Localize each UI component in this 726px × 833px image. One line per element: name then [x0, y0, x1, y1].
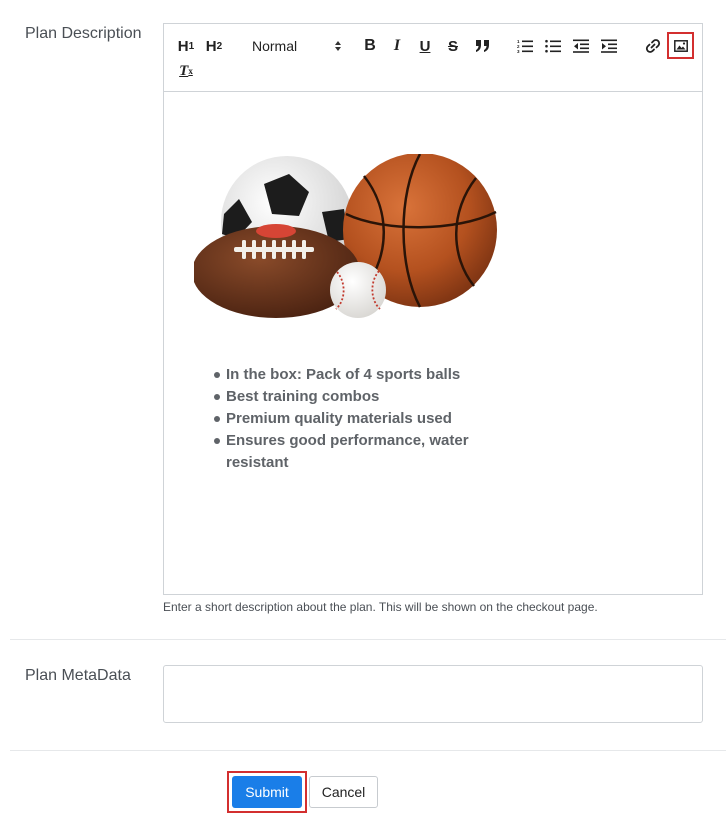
editor-toolbar: H1 H2 Normal B I U S 1 2 3 T x — [164, 24, 702, 92]
plan-metadata-label: Plan MetaData — [25, 667, 131, 684]
indent-icon — [601, 39, 617, 53]
underline-button[interactable]: U — [418, 35, 432, 57]
clear-format-x-icon: x — [188, 66, 193, 76]
list-item: In the box: Pack of 4 sports balls — [212, 364, 512, 386]
plan-form: Plan Description H1 H2 Normal B I U S 1 … — [0, 0, 726, 833]
bullet-list-icon — [545, 39, 561, 53]
bold-button[interactable]: B — [362, 35, 378, 57]
section-divider — [10, 750, 726, 751]
cancel-button[interactable]: Cancel — [309, 776, 378, 808]
strikethrough-button[interactable]: S — [446, 35, 460, 57]
heading-1-button[interactable]: H1 — [176, 35, 196, 57]
product-bullet-list: In the box: Pack of 4 sports balls Best … — [212, 364, 512, 474]
list-item: Best training combos — [212, 386, 512, 408]
editor-content[interactable]: In the box: Pack of 4 sports balls Best … — [164, 92, 702, 594]
quote-icon — [476, 40, 489, 52]
clear-format-button[interactable]: Tx — [177, 60, 195, 82]
sports-balls-image — [194, 154, 497, 318]
h2-letter: H — [205, 37, 217, 55]
clear-format-letter: T — [179, 62, 189, 79]
h1-sub: 1 — [188, 40, 195, 52]
insert-image-button[interactable] — [667, 32, 694, 59]
h2-sub: 2 — [216, 40, 223, 52]
plan-metadata-input[interactable] — [163, 665, 703, 723]
image-icon — [673, 39, 688, 52]
italic-button[interactable]: I — [390, 35, 404, 57]
plan-description-help-text: Enter a short description about the plan… — [163, 600, 598, 614]
outdent-icon — [573, 39, 589, 53]
indent-button[interactable] — [598, 35, 620, 57]
link-icon — [645, 39, 661, 53]
heading-2-button[interactable]: H2 — [204, 35, 224, 57]
h1-letter: H — [177, 37, 189, 55]
plan-description-label: Plan Description — [25, 25, 142, 42]
section-divider — [10, 639, 726, 640]
svg-text:3: 3 — [517, 49, 520, 53]
outdent-button[interactable] — [570, 35, 592, 57]
blockquote-button[interactable] — [472, 35, 494, 57]
bullet-list-button[interactable] — [542, 35, 564, 57]
rich-text-editor: H1 H2 Normal B I U S 1 2 3 T x In the bo… — [163, 23, 703, 595]
submit-highlight-box: Submit — [227, 771, 307, 813]
link-button[interactable] — [642, 35, 664, 57]
header-select-value: Normal — [252, 38, 298, 54]
ordered-list-icon: 1 2 3 — [517, 39, 533, 53]
ordered-list-button[interactable]: 1 2 3 — [514, 35, 536, 57]
header-select[interactable]: Normal — [246, 35, 344, 57]
list-item: Premium quality materials used — [212, 408, 512, 430]
submit-button[interactable]: Submit — [232, 776, 302, 808]
select-arrows-icon — [335, 41, 341, 51]
list-item: Ensures good performance, water resistan… — [212, 430, 512, 474]
